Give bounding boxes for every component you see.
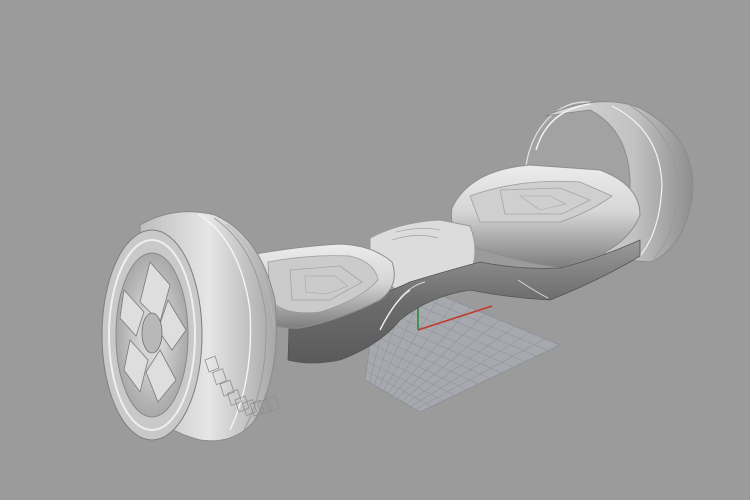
viewport-scene[interactable]: [0, 0, 750, 500]
front-wheel[interactable]: [101, 211, 280, 442]
3d-viewport[interactable]: [0, 0, 750, 500]
